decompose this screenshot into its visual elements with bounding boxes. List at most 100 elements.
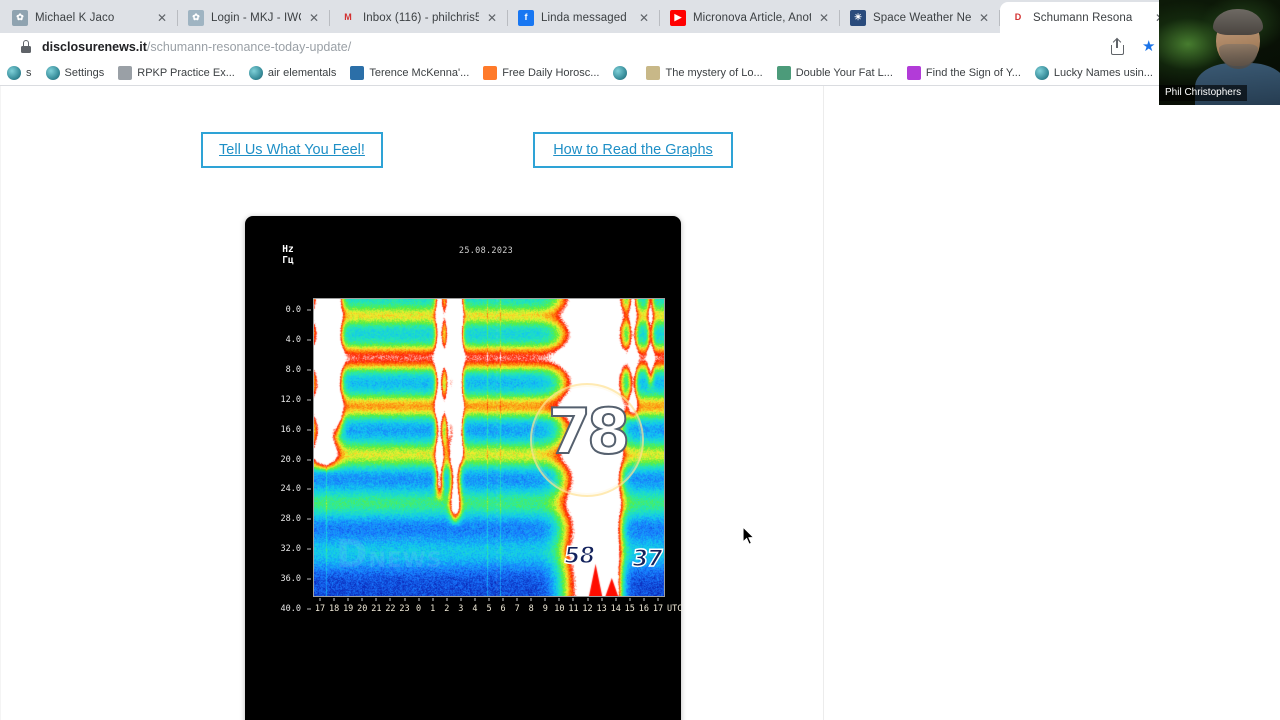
tab-title: Inbox (116) - philchris58@gma (363, 11, 479, 24)
facebook-icon: f (518, 9, 534, 26)
badge-right: 37 (629, 545, 664, 573)
lock-icon[interactable] (20, 40, 32, 53)
bookmark-label: Settings (64, 66, 105, 79)
x-axis-tick-mark (432, 598, 434, 601)
x-axis-tick-mark (474, 598, 476, 601)
bookmark-item[interactable] (606, 61, 639, 85)
youtube-icon: ▶ (670, 9, 686, 26)
bookmark-item[interactable]: Lucky Names usin... (1028, 61, 1160, 85)
browser-tab[interactable]: f Linda messaged Psychic Ally C ✕ (508, 2, 660, 33)
close-icon[interactable]: ✕ (483, 9, 501, 27)
page-content: Tell Us What You Feel! How to Read the G… (0, 86, 1280, 720)
tell-us-what-you-feel-button[interactable]: Tell Us What You Feel! (201, 132, 383, 168)
amplitude-reading: 78 (547, 395, 631, 468)
bookmark-label: RPKP Practice Ex... (137, 66, 235, 79)
x-axis-tick-label: 21 (371, 604, 382, 614)
y-axis-tick-label: 32.0 (280, 544, 301, 555)
globe-icon (248, 65, 263, 80)
x-axis-tick-label: 23 (399, 604, 410, 614)
x-axis-tick-mark (347, 598, 349, 601)
x-axis-tick-label: 16 (638, 604, 649, 614)
y-axis-tick-label: 20.0 (280, 454, 301, 465)
x-axis-tick-mark (446, 598, 448, 601)
x-axis-tick-label: 8 (528, 604, 534, 614)
y-axis-tick-label: 28.0 (280, 514, 301, 525)
browser-tab[interactable]: M Inbox (116) - philchris58@gma ✕ (330, 2, 508, 33)
bookmark-label: Lucky Names usin... (1053, 66, 1153, 79)
x-axis-tick-label: 20 (357, 604, 368, 614)
y-axis-tick-mark (307, 548, 311, 550)
share-icon[interactable] (1110, 37, 1126, 55)
y-axis-tick-mark (307, 309, 311, 311)
x-axis-tick-label: 9 (542, 604, 548, 614)
cta-label: Tell Us What You Feel! (219, 142, 365, 158)
bookmark-label: Double Your Fat L... (795, 66, 893, 79)
bookmark-item[interactable]: Find the Sign of Y... (900, 61, 1028, 85)
browser-tab[interactable]: ✿ Michael K Jaco ✕ (2, 2, 178, 33)
x-axis-tick-mark (404, 598, 406, 601)
bookmark-item[interactable]: The mystery of Lo... (639, 61, 769, 85)
manuscript-icon (646, 65, 661, 80)
y-axis-tick-label: 0.0 (285, 305, 301, 315)
close-icon[interactable]: ✕ (815, 9, 833, 27)
flame-icon (906, 65, 921, 80)
tab-strip: ✿Michael K Jaco✕✿Login - MKJ - IWC 2.0✕M… (0, 0, 1280, 33)
address-bar[interactable]: disclosurenews.it/schumann-resonance-tod… (8, 36, 1110, 58)
x-axis-tick-label: 13 (596, 604, 607, 614)
bookmark-item[interactable]: Free Daily Horosc... (476, 61, 606, 85)
close-icon[interactable]: ✕ (153, 9, 171, 27)
x-axis-tick-label: 15 (624, 604, 635, 614)
browser-tab[interactable]: ✿ Login - MKJ - IWC 2.0 ✕ (178, 2, 330, 33)
close-icon[interactable]: ✕ (635, 9, 653, 27)
globe-icon (7, 65, 21, 80)
x-axis-tick-label: 11 (568, 604, 579, 614)
bookmark-item[interactable]: Double Your Fat L... (770, 61, 900, 85)
bookmark-label: Find the Sign of Y... (925, 66, 1021, 79)
compass-icon (118, 65, 133, 80)
x-axis-tick-label: 0 (416, 604, 422, 614)
bookmark-label: s (26, 66, 32, 79)
bookmark-item[interactable]: RPKP Practice Ex... (111, 61, 242, 85)
browser-tab[interactable]: ▶ Micronova Article, Another Ne ✕ (660, 2, 840, 33)
close-icon[interactable]: ✕ (305, 9, 323, 27)
butterfly-icon: ✿ (12, 9, 28, 26)
bookmark-item[interactable]: Settings (39, 61, 112, 85)
how-to-read-the-graphs-button[interactable]: How to Read the Graphs (533, 132, 733, 168)
browser-tab[interactable]: ☀ Space Weather News ✕ (840, 2, 1000, 33)
bookmark-label: Free Daily Horosc... (502, 66, 600, 79)
x-axis-tick-mark (572, 598, 574, 601)
x-axis-tick-mark (530, 598, 532, 601)
y-axis-tick-mark (307, 578, 311, 580)
bookmark-star-icon[interactable]: ★ (1142, 38, 1158, 55)
y-axis-tick-mark (307, 518, 311, 520)
x-axis-tick-label: 22 (385, 604, 396, 614)
cta-label: How to Read the Graphs (553, 142, 713, 158)
bookmark-item[interactable]: air elementals (242, 61, 343, 85)
x-axis-tick-label: 14 (610, 604, 621, 614)
browser-tab[interactable]: DSchumann Resona✕ (1000, 2, 1176, 33)
sunburst-icon (483, 65, 498, 80)
y-axis-tick-mark (307, 608, 311, 610)
y-axis-tick-mark (307, 429, 311, 431)
watermark-word: NEWS (368, 548, 443, 572)
x-axis-tick-label: 2 (444, 604, 450, 614)
bookmark-label: Terence McKenna'... (369, 66, 470, 79)
spectrogram-card[interactable]: Hz Гц 25.08.2023 0.0 4.0 8.0 12.0 16.0 20.0 24.… (245, 216, 683, 720)
x-axis-unit-label: UTC (667, 604, 683, 614)
x-axis-tick-mark (418, 598, 420, 601)
y-axis-tick-label: 40.0 (280, 604, 301, 614)
y-axis-tick-label: 16.0 (280, 424, 301, 435)
x-axis-tick-mark (558, 598, 560, 601)
x-axis-tick-mark (629, 598, 631, 601)
y-axis-tick-label: 36.0 (280, 574, 301, 585)
x-axis-tick-label: 12 (582, 604, 593, 614)
webcam-overlay[interactable]: Phil Christophers (1159, 0, 1280, 105)
mouse-cursor (742, 526, 756, 545)
close-icon[interactable]: ✕ (975, 9, 993, 27)
y-axis-tick-mark (307, 459, 311, 460)
y-axis-tick-label: 4.0 (285, 334, 301, 345)
globe-icon (1034, 65, 1049, 80)
bookmark-item[interactable]: s (0, 61, 39, 85)
bookmark-item[interactable]: Terence McKenna'... (343, 61, 476, 85)
x-axis-tick-label: 17 (652, 604, 664, 614)
